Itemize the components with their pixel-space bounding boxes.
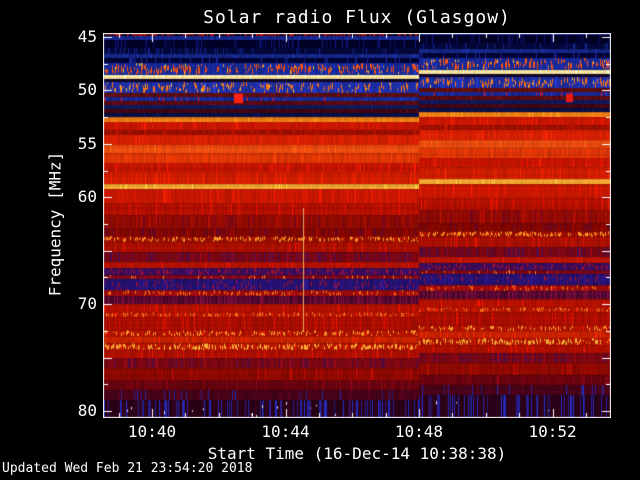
y-tick-label: 55 <box>77 133 97 153</box>
chart-title: Solar radio Flux (Glasgow) <box>203 7 511 28</box>
y-tick-label: 60 <box>77 187 97 207</box>
y-tick-label: 45 <box>77 26 97 46</box>
x-tick-label: 10:52 <box>528 422 577 441</box>
y-axis-label: Frequency [MHz] <box>45 151 65 297</box>
y-tick-label: 70 <box>77 294 97 314</box>
y-tick-label: 80 <box>77 401 97 421</box>
spectrogram-canvas <box>103 33 611 418</box>
updated-timestamp: Updated Wed Feb 21 23:54:20 2018 <box>2 461 253 476</box>
x-tick-label: 10:44 <box>261 422 310 441</box>
x-tick-label: 10:48 <box>394 422 444 441</box>
spectrogram-page: Solar radio Flux (Glasgow) Frequency [MH… <box>0 0 640 480</box>
x-tick-label: 10:40 <box>127 422 177 441</box>
y-tick-label: 50 <box>77 80 97 100</box>
